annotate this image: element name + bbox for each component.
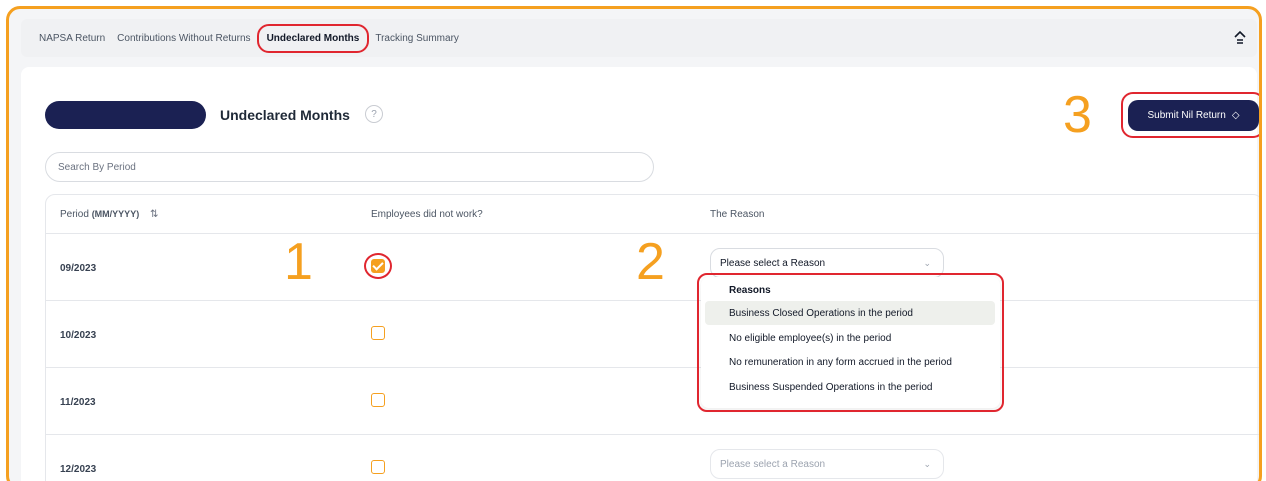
tab-tracking-summary[interactable]: Tracking Summary	[375, 33, 459, 44]
employer-name-pill	[45, 101, 206, 129]
period-cell: 12/2023	[60, 464, 97, 475]
checkbox-highlight	[364, 253, 392, 279]
search-box	[45, 152, 654, 182]
step-number-2: 2	[636, 233, 665, 291]
tab-undeclared-months[interactable]: Undeclared Months	[256, 23, 370, 53]
header-reason: The Reason	[710, 209, 765, 220]
reason-select-value: Please select a Reason	[720, 458, 826, 470]
sort-icon[interactable]: ⇅	[150, 209, 158, 220]
tab-contributions-without-returns[interactable]: Contributions Without Returns	[117, 33, 250, 44]
search-input[interactable]	[58, 161, 653, 173]
period-cell: 09/2023	[60, 263, 97, 274]
table-row: 11/2023	[46, 368, 1259, 435]
main-panel: Undeclared Months ? 3 Submit Nil Return …	[21, 67, 1259, 481]
page-title: Undeclared Months	[220, 107, 350, 123]
step-number-1: 1	[284, 233, 313, 291]
dropdown-highlight	[697, 273, 1004, 412]
period-cell: 10/2023	[60, 330, 97, 341]
help-icon[interactable]: ?	[365, 105, 383, 123]
header-period[interactable]: Period (MM/YYYY) ⇅	[60, 209, 158, 220]
employees-checkbox[interactable]	[371, 393, 385, 407]
step-number-3: 3	[1063, 86, 1092, 144]
table-row: 12/2023 Please select a Reason ⌄	[46, 435, 1259, 481]
chevron-down-icon: ⌄	[923, 257, 931, 268]
reason-select-value: Please select a Reason	[720, 257, 826, 269]
table-row: 10/2023	[46, 301, 1259, 368]
table-header: Period (MM/YYYY) ⇅ Employees did not wor…	[46, 195, 1259, 234]
chevron-down-icon: ⌄	[923, 458, 931, 469]
submit-label: Submit Nil Return	[1147, 110, 1226, 121]
header-employees: Employees did not work?	[371, 209, 483, 220]
header-period-label: Period	[60, 209, 89, 220]
employees-checkbox[interactable]	[371, 460, 385, 474]
app-frame: NAPSA Return Contributions Without Retur…	[6, 6, 1262, 481]
tab-bar: NAPSA Return Contributions Without Retur…	[21, 19, 1257, 57]
period-cell: 11/2023	[60, 397, 96, 408]
tab-napsa-return[interactable]: NAPSA Return	[39, 33, 105, 44]
chevron-up-icon	[1234, 30, 1246, 44]
diamond-icon: ◇	[1231, 110, 1240, 121]
collapse-icon[interactable]	[1229, 27, 1251, 49]
header-period-format: (MM/YYYY)	[91, 209, 140, 219]
submit-nil-return-button[interactable]: Submit Nil Return ◇	[1128, 100, 1259, 131]
employees-checkbox[interactable]	[371, 326, 385, 340]
reason-select[interactable]: Please select a Reason ⌄	[710, 449, 944, 479]
